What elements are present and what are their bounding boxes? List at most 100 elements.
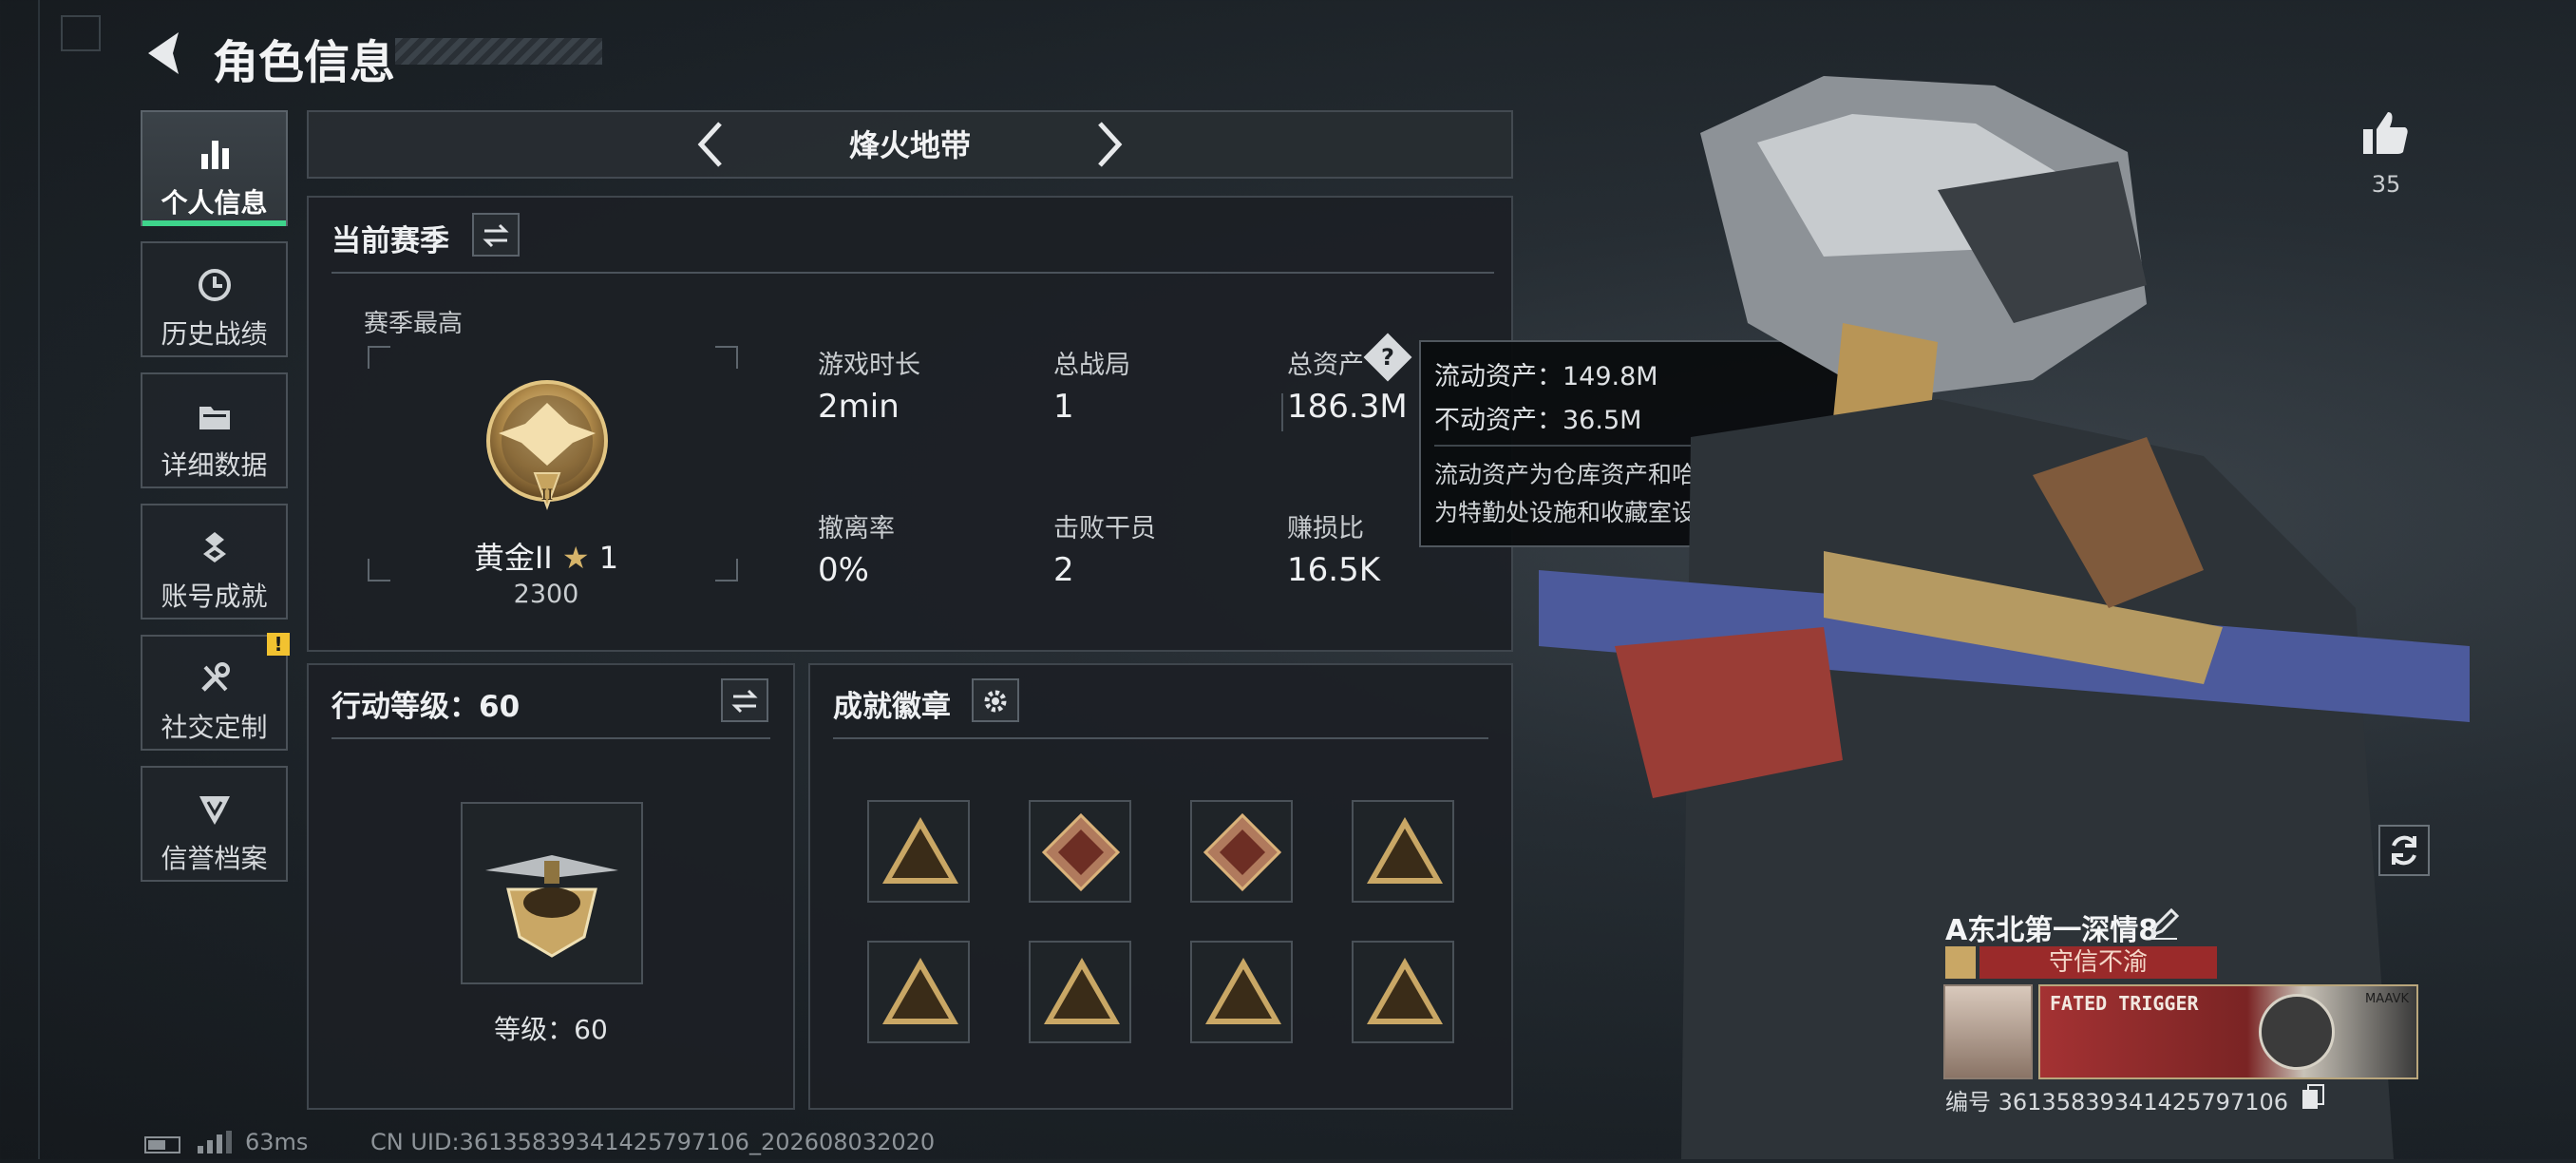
title-stripes (395, 38, 602, 65)
title-tag-icon (1945, 946, 1976, 979)
stat-value-total-assets: 186.3M (1287, 388, 1408, 426)
shield-triangle-badge (1205, 958, 1281, 1024)
player-avatar[interactable] (1943, 984, 2033, 1079)
pencil-edit-icon (2150, 907, 2180, 940)
achievements-divider (833, 737, 1488, 739)
achievements-settings-button[interactable] (972, 678, 1019, 722)
season-title: 当前赛季 (331, 224, 449, 258)
swap-arrows-icon (731, 689, 758, 714)
folder-icon (142, 393, 286, 445)
gear-icon (984, 690, 1007, 713)
stat-label-profit-ratio: 赚损比 (1287, 514, 1364, 543)
name-card-brand: MAAVK (2365, 992, 2409, 1006)
background-frame-line (38, 0, 40, 1159)
rotate-view-button[interactable] (2378, 825, 2430, 876)
tower-triangle-badge (1044, 958, 1120, 1024)
stat-separator (1281, 393, 1283, 431)
rank-name-row: 黄金II ★ 1 (309, 534, 784, 578)
player-id: 编号 361358393414257971​06 (1945, 1089, 2289, 1115)
refresh-icon (2392, 835, 2416, 866)
vehicle-triangle-badge (1367, 817, 1443, 884)
sniper-triangle-badge (882, 817, 958, 884)
action-level-panel: 行动等级：60 等级：60 (307, 663, 795, 1110)
season-panel: 当前赛季 赛季最高 II 黄金II ★ 1 2300 游戏时长 2min 总战局… (307, 196, 1513, 652)
stat-label-total-matches: 总战局 (1053, 351, 1130, 380)
back-arrow-icon (148, 32, 179, 74)
nav-label: 信誉档案 (161, 843, 268, 874)
frame-corner (368, 346, 390, 369)
achievements-title: 成就徽章 (833, 690, 951, 724)
rank-name: 黄金II (473, 540, 553, 576)
copy-icon (2302, 1084, 2324, 1109)
achievement-badge-shield[interactable] (1190, 941, 1293, 1043)
action-level-label: 等级：60 (494, 1014, 608, 1045)
season-swap-button[interactable] (472, 213, 520, 257)
name-card-emblem (2259, 994, 2335, 1070)
achievement-badge-vehicle[interactable] (1352, 800, 1454, 903)
battery-icon (144, 1136, 180, 1153)
gold-rank-emblem: II (478, 374, 616, 517)
stat-value-playtime: 2min (818, 388, 900, 426)
stat-label-total-assets: 总资产 (1287, 351, 1364, 380)
copy-id-button[interactable] (2301, 1083, 2325, 1110)
mode-prev-button[interactable] (691, 114, 729, 175)
nav-label: 账号成就 (161, 581, 268, 612)
nav-item-social-custom[interactable]: 社交定制 ! (141, 633, 290, 751)
season-best-label: 赛季最高 (364, 310, 464, 338)
action-level-title: 行动等级：60 (331, 690, 521, 724)
season-divider (331, 272, 1494, 274)
bar-chart-icon (142, 131, 286, 182)
help-icon-glyph: ? (1381, 344, 1394, 371)
nav-label: 历史战绩 (161, 318, 268, 350)
shield-check-icon (142, 787, 286, 838)
thumbs-up-icon (2363, 112, 2408, 154)
background-frame-square (61, 15, 101, 51)
history-clock-icon (142, 262, 286, 314)
nav-label: 个人信息 (161, 187, 268, 219)
name-card-banner[interactable]: FATED TRIGGER MAAVK (2038, 984, 2418, 1079)
stat-label-extract-rate: 撤离率 (818, 514, 895, 543)
rank-points: 2300 (513, 580, 579, 609)
nav-item-match-history[interactable]: 历史战绩 (141, 241, 288, 357)
achievement-badge-icon (142, 524, 286, 576)
stat-value-extract-rate: 0% (818, 551, 869, 589)
back-button[interactable] (141, 27, 188, 80)
page-title: 角色信息 (213, 36, 396, 89)
helicopter-level-badge (461, 802, 643, 984)
player-name: A东北第一深情8 (1945, 914, 2159, 947)
wolf-diamond-badge (1041, 812, 1121, 892)
nav-label: 社交定制 (161, 712, 268, 743)
like-count: 35 (2371, 171, 2401, 198)
rank-emblem-numeral: II (541, 486, 554, 504)
edit-name-button[interactable] (2147, 906, 2181, 941)
supply-triangle-badge (882, 958, 958, 1024)
action-level-divider (331, 737, 770, 739)
ping-value: 63ms (245, 1129, 309, 1155)
achievement-badge-sniper[interactable] (867, 800, 970, 903)
mode-title: 烽火地带 (848, 127, 971, 163)
mode-next-button[interactable] (1090, 114, 1128, 175)
achievement-badge-soldiers[interactable] (1352, 941, 1454, 1043)
nav-item-detailed-data[interactable]: 详细数据 (141, 372, 288, 488)
like-button[interactable] (2359, 106, 2413, 160)
nav-label: 详细数据 (161, 449, 268, 481)
nav-item-credit-record[interactable]: 信誉档案 (141, 766, 288, 882)
rank-stars: 1 (598, 540, 619, 576)
achievement-badge-wolf[interactable] (1029, 800, 1131, 903)
soldiers-triangle-badge (1367, 958, 1443, 1024)
name-card-text: FATED TRIGGER (2050, 992, 2199, 1015)
alert-badge: ! (267, 633, 290, 656)
star-icon: ★ (561, 540, 590, 576)
chevron-left-icon (697, 122, 722, 167)
stat-label-operators-killed: 击败干员 (1053, 514, 1156, 543)
frame-corner (715, 346, 738, 369)
profile-card: A东北第一深情8 守信不渝 FATED TRIGGER MAAVK 编号 361… (1934, 901, 2428, 1115)
battery-fill (148, 1140, 165, 1150)
stat-label-playtime: 游戏时长 (818, 351, 920, 380)
action-level-swap-button[interactable] (721, 678, 768, 722)
nav-item-achievements[interactable]: 账号成就 (141, 504, 288, 620)
nav-item-personal-info[interactable]: 个人信息 (141, 110, 288, 226)
achievement-badge-supply[interactable] (867, 941, 970, 1043)
achievement-badge-dragon[interactable] (1190, 800, 1293, 903)
achievement-badge-tower[interactable] (1029, 941, 1131, 1043)
